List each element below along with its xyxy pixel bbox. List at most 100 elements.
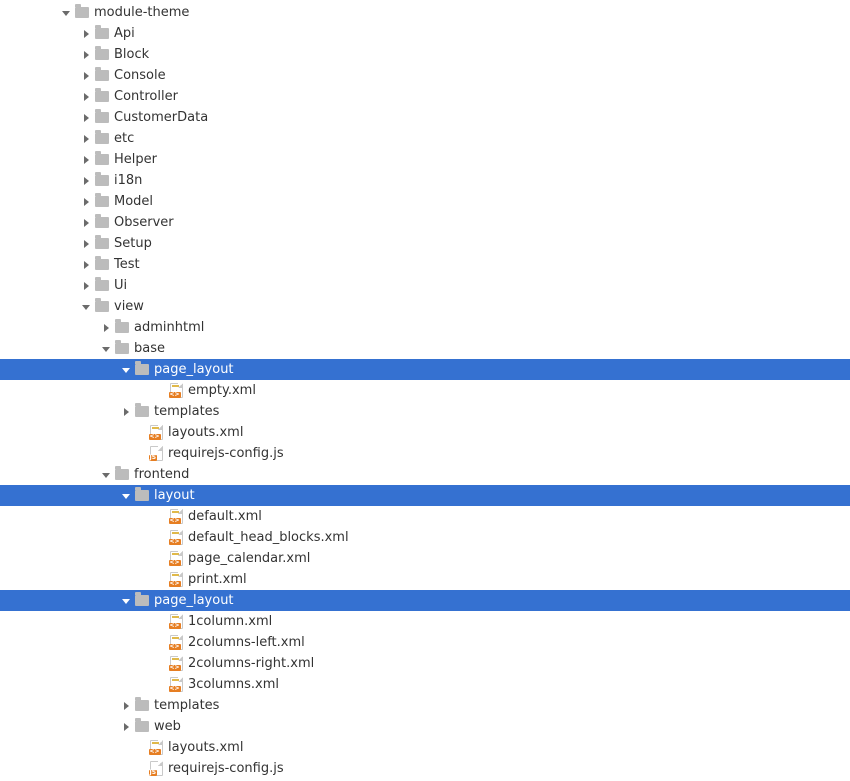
tree-row[interactable]: page_layout: [0, 590, 850, 611]
tree-row[interactable]: Api: [0, 23, 850, 44]
folder-icon: [114, 320, 130, 336]
collapse-arrow-icon[interactable]: [60, 7, 72, 19]
tree-row[interactable]: layout: [0, 485, 850, 506]
tree-row[interactable]: CustomerData: [0, 107, 850, 128]
expand-arrow-icon[interactable]: [100, 322, 112, 334]
tree-row[interactable]: <>print.xml: [0, 569, 850, 590]
tree-item-label: Observer: [114, 212, 174, 233]
no-arrow: [134, 763, 146, 775]
expand-arrow-icon[interactable]: [80, 217, 92, 229]
tree-row[interactable]: Controller: [0, 86, 850, 107]
folder-icon: [94, 215, 110, 231]
tree-item-label: Setup: [114, 233, 152, 254]
tree-row[interactable]: Helper: [0, 149, 850, 170]
tree-row[interactable]: module-theme: [0, 2, 850, 23]
tree-row[interactable]: Observer: [0, 212, 850, 233]
tree-row[interactable]: web: [0, 716, 850, 737]
expand-arrow-icon[interactable]: [80, 28, 92, 40]
tree-row[interactable]: JSrequirejs-config.js: [0, 443, 850, 464]
xml-file-icon: <>: [148, 425, 164, 441]
expand-arrow-icon[interactable]: [120, 406, 132, 418]
no-arrow: [154, 679, 166, 691]
tree-item-label: Helper: [114, 149, 157, 170]
tree-item-label: Model: [114, 191, 153, 212]
tree-row[interactable]: <>empty.xml: [0, 380, 850, 401]
collapse-arrow-icon[interactable]: [100, 469, 112, 481]
collapse-arrow-icon[interactable]: [100, 343, 112, 355]
tree-item-label: 2columns-right.xml: [188, 653, 314, 674]
no-arrow: [154, 511, 166, 523]
collapse-arrow-icon[interactable]: [120, 364, 132, 376]
tree-item-label: 3columns.xml: [188, 674, 279, 695]
expand-arrow-icon[interactable]: [120, 700, 132, 712]
tree-row[interactable]: Test: [0, 254, 850, 275]
tree-item-label: Test: [114, 254, 140, 275]
collapse-arrow-icon[interactable]: [120, 490, 132, 502]
expand-arrow-icon[interactable]: [80, 49, 92, 61]
expand-arrow-icon[interactable]: [80, 238, 92, 250]
expand-arrow-icon[interactable]: [80, 91, 92, 103]
expand-arrow-icon[interactable]: [80, 133, 92, 145]
folder-icon: [94, 278, 110, 294]
tree-row[interactable]: <>default.xml: [0, 506, 850, 527]
no-arrow: [154, 637, 166, 649]
xml-file-icon: <>: [168, 677, 184, 693]
expand-arrow-icon[interactable]: [80, 154, 92, 166]
tree-row[interactable]: adminhtml: [0, 317, 850, 338]
tree-row[interactable]: base: [0, 338, 850, 359]
tree-row[interactable]: Console: [0, 65, 850, 86]
folder-icon: [94, 173, 110, 189]
tree-item-label: layouts.xml: [168, 737, 243, 758]
tree-row[interactable]: <>layouts.xml: [0, 422, 850, 443]
no-arrow: [134, 427, 146, 439]
tree-row[interactable]: <>default_head_blocks.xml: [0, 527, 850, 548]
collapse-arrow-icon[interactable]: [80, 301, 92, 313]
tree-item-label: view: [114, 296, 144, 317]
expand-arrow-icon[interactable]: [120, 721, 132, 733]
tree-item-label: print.xml: [188, 569, 247, 590]
tree-row[interactable]: Model: [0, 191, 850, 212]
no-arrow: [154, 658, 166, 670]
tree-row[interactable]: templates: [0, 401, 850, 422]
tree-item-label: Console: [114, 65, 166, 86]
tree-row[interactable]: Setup: [0, 233, 850, 254]
no-arrow: [154, 574, 166, 586]
xml-file-icon: <>: [168, 614, 184, 630]
expand-arrow-icon[interactable]: [80, 70, 92, 82]
tree-item-label: page_calendar.xml: [188, 548, 310, 569]
tree-row[interactable]: etc: [0, 128, 850, 149]
tree-row[interactable]: <>page_calendar.xml: [0, 548, 850, 569]
js-file-icon: JS: [148, 761, 164, 777]
tree-row[interactable]: view: [0, 296, 850, 317]
tree-row[interactable]: i18n: [0, 170, 850, 191]
expand-arrow-icon[interactable]: [80, 259, 92, 271]
tree-item-label: Block: [114, 44, 149, 65]
project-tree[interactable]: module-themeApiBlockConsoleControllerCus…: [0, 2, 850, 779]
no-arrow: [154, 532, 166, 544]
folder-icon: [94, 110, 110, 126]
tree-item-label: templates: [154, 401, 219, 422]
no-arrow: [154, 553, 166, 565]
tree-row[interactable]: <>2columns-right.xml: [0, 653, 850, 674]
tree-item-label: Controller: [114, 86, 178, 107]
xml-file-icon: <>: [168, 656, 184, 672]
collapse-arrow-icon[interactable]: [120, 595, 132, 607]
tree-row[interactable]: templates: [0, 695, 850, 716]
expand-arrow-icon[interactable]: [80, 112, 92, 124]
tree-row[interactable]: Ui: [0, 275, 850, 296]
tree-row[interactable]: <>3columns.xml: [0, 674, 850, 695]
folder-icon: [114, 467, 130, 483]
tree-row[interactable]: JSrequirejs-config.js: [0, 758, 850, 779]
expand-arrow-icon[interactable]: [80, 280, 92, 292]
tree-row[interactable]: frontend: [0, 464, 850, 485]
tree-row[interactable]: <>layouts.xml: [0, 737, 850, 758]
expand-arrow-icon[interactable]: [80, 196, 92, 208]
tree-row[interactable]: <>1column.xml: [0, 611, 850, 632]
tree-row[interactable]: Block: [0, 44, 850, 65]
tree-row[interactable]: <>2columns-left.xml: [0, 632, 850, 653]
tree-row[interactable]: page_layout: [0, 359, 850, 380]
no-arrow: [154, 616, 166, 628]
tree-item-label: 2columns-left.xml: [188, 632, 305, 653]
folder-icon: [94, 26, 110, 42]
expand-arrow-icon[interactable]: [80, 175, 92, 187]
